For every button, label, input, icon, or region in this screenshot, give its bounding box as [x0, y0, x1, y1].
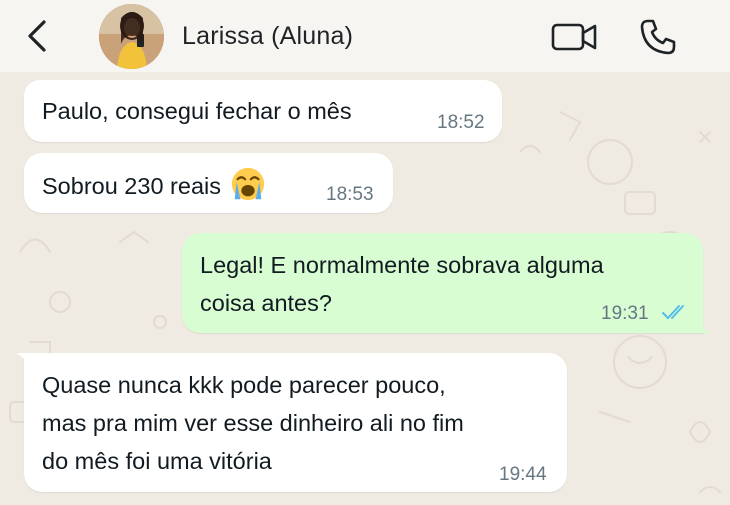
double-check-read-icon [662, 305, 684, 319]
contact-name[interactable]: Larissa (Aluna) [182, 22, 353, 51]
message-bubble[interactable]: Paulo, consegui fechar o mês 18:52 [24, 80, 502, 142]
message-line: Legal! E normalmente sobrava alguma [200, 252, 604, 278]
message-text: Paulo, consegui fechar o mês [42, 98, 352, 124]
message-time: 18:53 [326, 184, 374, 205]
phone-icon [640, 19, 676, 55]
message-text: Quase nunca kkk pode parecer pouco, mas … [42, 366, 562, 480]
video-call-button[interactable] [551, 20, 599, 54]
back-button[interactable] [22, 18, 52, 54]
voice-call-button[interactable] [638, 17, 678, 57]
message-time: 19:31 [601, 303, 649, 324]
message-text: Sobrou 230 reais [42, 173, 221, 199]
bubble-tail [695, 317, 711, 333]
message-bubble[interactable]: Quase nunca kkk pode parecer pouco, mas … [16, 353, 567, 492]
message-line: mas pra mim ver esse dinheiro ali no fim [42, 410, 464, 436]
chat-area[interactable]: Paulo, consegui fechar o mês 18:52 Sobro… [0, 72, 730, 505]
message-bubble-outgoing[interactable]: Legal! E normalmente sobrava alguma cois… [182, 233, 711, 333]
chevron-left-icon [28, 20, 46, 52]
message-text-row: Sobrou 230 reais [42, 167, 267, 205]
chat-header: Larissa (Aluna) [0, 0, 730, 72]
message-time: 19:44 [499, 464, 547, 485]
profile-photo [99, 4, 164, 69]
video-camera-icon [551, 23, 597, 51]
loudly-crying-face-icon [231, 167, 265, 201]
message-bubble[interactable]: Sobrou 230 reais 18:53 [24, 153, 393, 213]
message-time: 18:52 [437, 112, 485, 133]
bubble-tail [16, 353, 32, 369]
message-line: Quase nunca kkk pode parecer pouco, [42, 372, 446, 398]
message-line: do mês foi uma vitória [42, 448, 272, 474]
avatar[interactable] [99, 4, 164, 69]
